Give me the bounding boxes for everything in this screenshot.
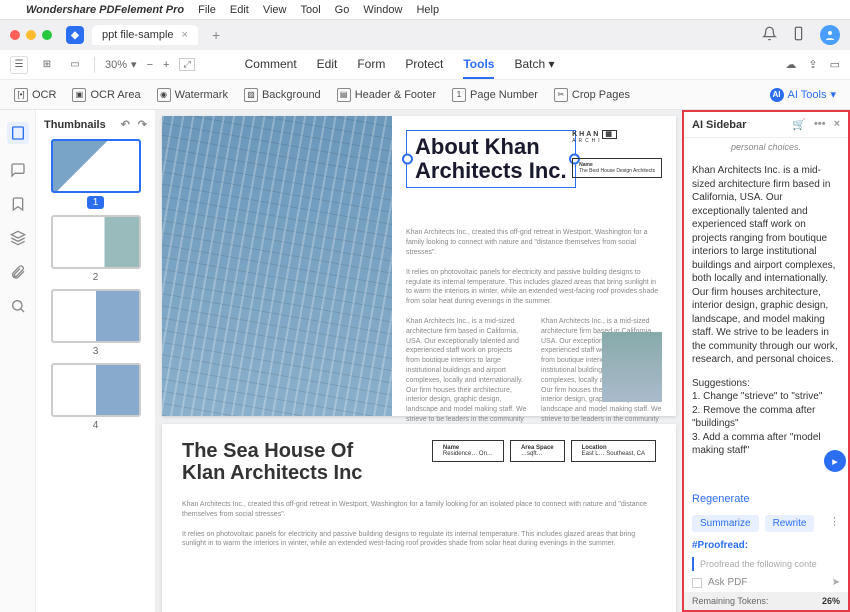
expand-icon[interactable]: ⤢ bbox=[179, 58, 194, 71]
tab-form[interactable]: Form bbox=[357, 51, 385, 79]
menu-file[interactable]: File bbox=[198, 4, 216, 16]
layers-icon[interactable] bbox=[10, 230, 26, 246]
user-avatar[interactable] bbox=[820, 25, 840, 45]
company-logo: KHAN▦ ARCHI NameThe Best House Design Ar… bbox=[572, 130, 662, 178]
ai-response: Khan Architects Inc. is a mid-sized arch… bbox=[684, 156, 848, 487]
fullscreen-window-icon[interactable] bbox=[42, 30, 52, 40]
tab-protect[interactable]: Protect bbox=[405, 51, 443, 79]
thumbnail-2[interactable]: 2 bbox=[44, 215, 147, 283]
bell-icon[interactable] bbox=[762, 26, 777, 44]
float-doc-icon[interactable]: ▸ bbox=[824, 450, 846, 472]
cloud-icon[interactable]: ☁ bbox=[785, 58, 796, 71]
window-titlebar: ◆ ppt file-sample × + bbox=[0, 20, 850, 50]
comments-icon[interactable] bbox=[10, 162, 26, 178]
grid-view-icon[interactable]: ⊞ bbox=[38, 56, 56, 74]
ai-sidebar: AI Sidebar 🛒 ••• × personal choices. Kha… bbox=[682, 110, 850, 612]
app-icon: ◆ bbox=[66, 26, 84, 44]
crop-pages-button[interactable]: ✂Crop Pages bbox=[554, 88, 630, 102]
more-actions-icon[interactable]: ⋮ bbox=[829, 515, 840, 532]
tab-edit[interactable]: Edit bbox=[317, 51, 338, 79]
page-2: The Sea House OfKlan Architects Inc Name… bbox=[162, 424, 676, 612]
thumbnail-1[interactable]: 1 bbox=[44, 139, 147, 209]
menu-window[interactable]: Window bbox=[363, 4, 402, 16]
tab-batch[interactable]: Batch ▾ bbox=[514, 51, 554, 79]
traffic-lights[interactable] bbox=[10, 30, 52, 40]
tokens-status: Remaining Tokens: 26% bbox=[684, 592, 848, 610]
selected-text-box[interactable]: About KhanArchitects Inc. bbox=[406, 130, 576, 188]
watermark-button[interactable]: ◉Watermark bbox=[157, 88, 228, 102]
cart-icon[interactable]: 🛒 bbox=[792, 118, 806, 131]
share-icon[interactable]: ⇪ bbox=[808, 58, 817, 71]
new-tab-button[interactable]: + bbox=[212, 27, 220, 43]
tab-comment[interactable]: Comment bbox=[245, 51, 297, 79]
building-image-small bbox=[602, 332, 662, 402]
thumbnails-title: Thumbnails bbox=[44, 119, 106, 131]
more-icon[interactable]: ••• bbox=[814, 118, 826, 131]
left-rail bbox=[0, 110, 36, 612]
sidebar-toggle-icon[interactable]: ☰ bbox=[10, 56, 28, 74]
zoom-value[interactable]: 30% bbox=[105, 59, 127, 71]
search-icon[interactable] bbox=[10, 298, 26, 314]
menu-help[interactable]: Help bbox=[416, 4, 439, 16]
primary-toolbar: ☰ ⊞ ▭ 30% ▾ − + ⤢ Comment Edit Form Prot… bbox=[0, 50, 850, 80]
document-tab[interactable]: ppt file-sample × bbox=[92, 25, 198, 45]
send-icon[interactable]: ➤ bbox=[832, 577, 840, 588]
sidebar-title: AI Sidebar bbox=[692, 119, 746, 131]
close-window-icon[interactable] bbox=[10, 30, 20, 40]
rotate-right-icon[interactable]: ↷ bbox=[138, 118, 147, 131]
bookmarks-icon[interactable] bbox=[10, 196, 26, 212]
body-text: It relies on photovoltaic panels for ele… bbox=[182, 530, 656, 550]
app-name[interactable]: Wondershare PDFelement Pro bbox=[26, 4, 184, 16]
summarize-button[interactable]: Summarize bbox=[692, 515, 759, 532]
menu-edit[interactable]: Edit bbox=[230, 4, 249, 16]
thumbnails-panel: Thumbnails ↶ ↷ 1 2 3 4 bbox=[36, 110, 156, 612]
ocr-button[interactable]: [•]OCR bbox=[14, 88, 56, 102]
minimize-window-icon[interactable] bbox=[26, 30, 36, 40]
attachments-icon[interactable] bbox=[10, 264, 26, 280]
body-text: It relies on photovoltaic panels for ele… bbox=[406, 268, 662, 307]
regenerate-button[interactable]: Regenerate bbox=[684, 487, 848, 511]
tools-toolbar: [•]OCR ▣OCR Area ◉Watermark ▨Background … bbox=[0, 80, 850, 110]
menu-tool[interactable]: Tool bbox=[300, 4, 320, 16]
zoom-out-button[interactable]: − bbox=[147, 59, 153, 71]
zoom-in-button[interactable]: + bbox=[163, 59, 169, 71]
body-text: Khan Architects Inc., created this off-g… bbox=[406, 228, 662, 257]
tab-tools[interactable]: Tools bbox=[463, 51, 494, 79]
tab-title: ppt file-sample bbox=[102, 29, 174, 41]
menu-view[interactable]: View bbox=[263, 4, 287, 16]
header-footer-button[interactable]: ▤Header & Footer bbox=[337, 88, 436, 102]
menu-go[interactable]: Go bbox=[335, 4, 350, 16]
checkbox-icon[interactable] bbox=[692, 578, 702, 588]
tab-close-icon[interactable]: × bbox=[182, 29, 188, 41]
ocr-area-button[interactable]: ▣OCR Area bbox=[72, 88, 140, 102]
chevron-down-icon[interactable]: ▾ bbox=[131, 58, 137, 71]
page-number-button[interactable]: 1Page Number bbox=[452, 88, 538, 102]
prev-response-tail: personal choices. bbox=[684, 138, 848, 156]
device-icon[interactable] bbox=[791, 26, 806, 44]
building-image bbox=[162, 116, 392, 416]
spec-boxes: NameResidence… On… Area Space…sqft… Loca… bbox=[432, 440, 656, 462]
proofread-tag[interactable]: #Proofread: bbox=[684, 536, 848, 555]
reader-view-icon[interactable]: ▭ bbox=[66, 56, 84, 74]
ai-tools-button[interactable]: AIAI Tools ▾ bbox=[770, 88, 836, 102]
background-button[interactable]: ▨Background bbox=[244, 88, 321, 102]
ask-pdf-label[interactable]: Ask PDF bbox=[708, 577, 747, 588]
thumbnail-4[interactable]: 4 bbox=[44, 363, 147, 431]
rotate-left-icon[interactable]: ↶ bbox=[121, 118, 130, 131]
macos-menubar: Wondershare PDFelement Pro File Edit Vie… bbox=[0, 0, 850, 20]
page-title: The Sea House OfKlan Architects Inc bbox=[182, 440, 362, 484]
body-text: Khan Architects Inc., created this off-g… bbox=[182, 500, 656, 520]
page-1: About KhanArchitects Inc. KHAN▦ ARCHI Na… bbox=[162, 116, 676, 416]
document-canvas[interactable]: About KhanArchitects Inc. KHAN▦ ARCHI Na… bbox=[156, 110, 682, 612]
bookmark-icon[interactable]: ▭ bbox=[830, 58, 840, 71]
prompt-input[interactable]: Proofread the following conte bbox=[692, 557, 840, 571]
rewrite-button[interactable]: Rewrite bbox=[765, 515, 815, 532]
close-icon[interactable]: × bbox=[834, 118, 840, 131]
thumbnails-icon[interactable] bbox=[7, 122, 29, 144]
thumbnail-3[interactable]: 3 bbox=[44, 289, 147, 357]
